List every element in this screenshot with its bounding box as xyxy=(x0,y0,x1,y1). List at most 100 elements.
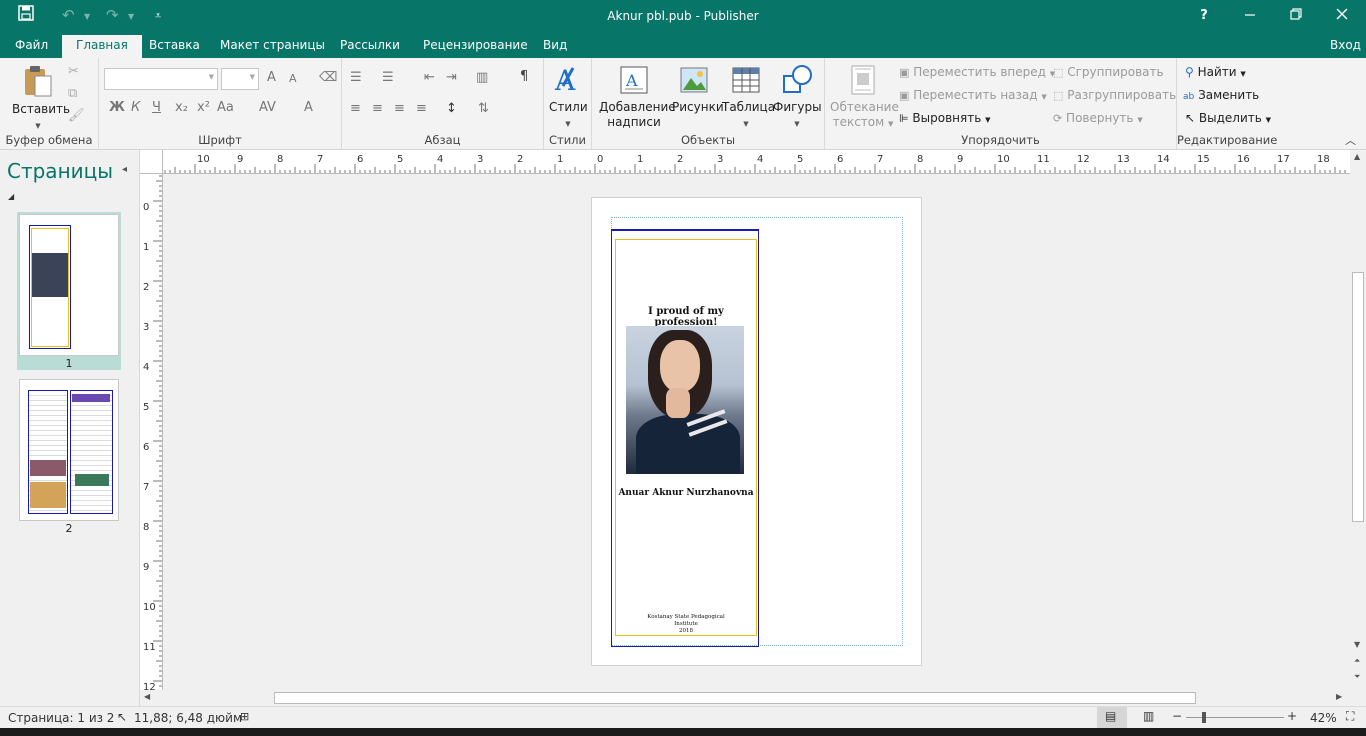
footer-text[interactable]: Kostanay State Pedagogical Institute 201… xyxy=(615,614,757,635)
ruler-label: 0 xyxy=(143,202,149,213)
ruler-corner[interactable] xyxy=(140,150,163,174)
ungroup-button[interactable]: ⬚ Разгруппировать xyxy=(1053,88,1176,102)
pages-pane-title: Страницы xyxy=(7,159,114,183)
single-page-view-button[interactable]: ▤ xyxy=(1097,707,1127,728)
horizontal-scrollbar[interactable]: ◀ ▶ xyxy=(140,690,1350,706)
ruler-label: 6 xyxy=(837,154,843,165)
cut-icon[interactable]: ✂ xyxy=(68,64,79,79)
help-button[interactable]: ? xyxy=(1194,8,1214,23)
ruler-label: 14 xyxy=(1157,154,1170,165)
page-thumb-1[interactable] xyxy=(19,214,119,356)
wrap-text-icon xyxy=(851,65,875,95)
next-page-icon[interactable]: ⏷ xyxy=(1354,672,1360,682)
profile-photo[interactable] xyxy=(626,326,744,474)
numbering-icon[interactable]: ☰ xyxy=(382,70,394,85)
tab-file[interactable]: Файл xyxy=(15,38,48,52)
shapes-button[interactable]: Фигуры ▼ xyxy=(773,64,822,132)
underline-button[interactable]: Ч xyxy=(152,100,161,115)
ruler-label: 10 xyxy=(997,154,1010,165)
styles-group-label: Стили xyxy=(548,133,587,147)
paragraph-spacing-icon[interactable]: ⇅ xyxy=(478,101,489,116)
sign-in-link[interactable]: Вход xyxy=(1330,38,1361,52)
increase-indent-icon[interactable]: ⇥ xyxy=(446,70,457,85)
styles-button[interactable]: A Стили▼ xyxy=(549,64,588,132)
paste-dropdown-icon[interactable]: ▼ xyxy=(35,122,40,130)
collapse-pane-icon[interactable]: ◂ xyxy=(122,164,127,175)
tab-mailings[interactable]: Рассылки xyxy=(340,38,400,52)
zoom-level[interactable]: 42% xyxy=(1310,711,1337,725)
align-center-icon[interactable]: ≡ xyxy=(372,101,383,116)
italic-button[interactable]: К xyxy=(131,100,140,115)
scroll-left-icon[interactable]: ◀ xyxy=(144,692,150,701)
zoom-out-button[interactable]: − xyxy=(1172,709,1182,723)
horizontal-ruler[interactable]: 10 9 8 7 6 5 4 3 2 1 0 1 2 3 4 5 6 7 8 9 10 11 12 13 14 15 16 17 18 xyxy=(163,150,1350,174)
minimize-button[interactable] xyxy=(1240,6,1260,24)
select-button[interactable]: ↖ Выделить ▼ xyxy=(1185,111,1271,125)
align-left-icon[interactable]: ≡ xyxy=(350,101,361,116)
paragraph-group: ☰ ☰ ⇤ ⇥ ▥ ¶ ≡ ≡ ≡ ≡ ↕ ⇅ Абзац xyxy=(342,58,544,150)
tab-home[interactable]: Главная xyxy=(62,35,142,58)
paste-button[interactable]: Вставить ▼ xyxy=(12,64,70,134)
scroll-right-icon[interactable]: ▶ xyxy=(1336,692,1342,701)
tab-review[interactable]: Рецензирование xyxy=(423,38,528,52)
page-thumb-2[interactable] xyxy=(19,379,119,521)
columns-icon[interactable]: ▥ xyxy=(476,70,488,85)
subscript-button[interactable]: x₂ xyxy=(175,100,188,115)
find-button[interactable]: ⚲ Найти ▼ xyxy=(1185,65,1246,79)
superscript-button[interactable]: x² xyxy=(197,100,210,115)
font-color-button[interactable]: A xyxy=(304,100,313,115)
zoom-slider-track[interactable] xyxy=(1186,717,1284,718)
decrease-indent-icon[interactable]: ⇤ xyxy=(424,70,435,85)
bold-button[interactable]: Ж xyxy=(109,100,125,115)
document-canvas[interactable]: I proud of my profession! Anuar Aknur Nu… xyxy=(163,174,1350,690)
author-name-text[interactable]: Anuar Aknur Nurzhanovna xyxy=(615,488,757,498)
wrap-text-button[interactable]: Обтекание текстом ▼ xyxy=(830,64,899,132)
pictures-button[interactable]: Рисунки xyxy=(672,64,724,115)
format-painter-icon[interactable]: 🖌 xyxy=(68,108,85,123)
shrink-font-button[interactable]: A xyxy=(289,72,297,85)
character-spacing-button[interactable]: AV xyxy=(259,100,276,115)
scroll-up-icon[interactable]: ▲ xyxy=(1354,152,1360,161)
align-right-icon[interactable]: ≡ xyxy=(394,101,405,116)
tab-insert[interactable]: Вставка xyxy=(149,38,200,52)
tab-page-layout[interactable]: Макет страницы xyxy=(220,38,325,52)
group-button[interactable]: ⬚ Сгруппировать xyxy=(1053,65,1164,79)
vertical-scrollbar[interactable]: ▲ ▼ ⏶ ⏷ xyxy=(1350,150,1366,690)
font-name-combo[interactable]: ▼ xyxy=(104,68,218,90)
page-indicator[interactable]: Страница: 1 из 2 xyxy=(8,711,114,725)
page-sheet[interactable]: I proud of my profession! Anuar Aknur Nu… xyxy=(591,197,922,666)
copy-icon[interactable]: ⧉ xyxy=(68,86,77,101)
show-formatting-button[interactable]: ¶ xyxy=(520,69,528,84)
send-backward-button[interactable]: ▣ Переместить назад ▼ xyxy=(899,88,1047,102)
change-case-button[interactable]: Aa xyxy=(217,100,234,115)
restore-button[interactable] xyxy=(1286,6,1306,24)
vertical-scroll-thumb[interactable] xyxy=(1352,272,1364,522)
zoom-in-button[interactable]: + xyxy=(1287,709,1297,723)
ruler-label: 9 xyxy=(957,154,963,165)
section-expand-icon[interactable]: ◢ xyxy=(8,192,14,201)
scroll-down-icon[interactable]: ▼ xyxy=(1354,640,1360,649)
prev-page-icon[interactable]: ⏶ xyxy=(1354,656,1360,666)
vertical-ruler[interactable]: 0 1 2 3 4 5 6 7 8 9 10 11 12 xyxy=(140,174,163,690)
close-button[interactable] xyxy=(1332,6,1352,24)
justify-icon[interactable]: ≡ xyxy=(416,101,427,116)
grow-font-button[interactable]: A xyxy=(267,70,276,85)
rotate-button[interactable]: ⟳ Повернуть ▼ xyxy=(1053,111,1143,125)
zoom-slider-thumb[interactable] xyxy=(1202,712,1206,723)
select-cursor-icon: ↖ xyxy=(1185,111,1196,125)
replace-button[interactable]: ab Заменить xyxy=(1183,88,1259,102)
bring-forward-button[interactable]: ▣ Переместить вперед ▼ xyxy=(899,65,1055,79)
two-page-view-icon[interactable]: ▥ xyxy=(1143,709,1154,723)
line-spacing-icon[interactable]: ↕ xyxy=(446,101,457,116)
tab-view[interactable]: Вид xyxy=(543,38,567,52)
font-size-combo[interactable]: ▼ xyxy=(221,68,259,90)
horizontal-scroll-thumb[interactable] xyxy=(274,692,1196,704)
draw-text-box-button[interactable]: A Добавление надписи xyxy=(599,64,676,130)
align-button[interactable]: ⊫ Выровнять ▼ xyxy=(899,111,991,125)
heading-text[interactable]: I proud of my profession! xyxy=(615,306,757,328)
clear-formatting-icon[interactable]: ⌫ xyxy=(319,70,337,85)
collapse-ribbon-icon[interactable]: ︿ xyxy=(1345,132,1356,148)
table-button[interactable]: Таблица ▼ xyxy=(722,64,775,132)
bullets-icon[interactable]: ☰ xyxy=(350,70,362,85)
fit-page-icon[interactable]: ⛶ xyxy=(1346,709,1354,724)
